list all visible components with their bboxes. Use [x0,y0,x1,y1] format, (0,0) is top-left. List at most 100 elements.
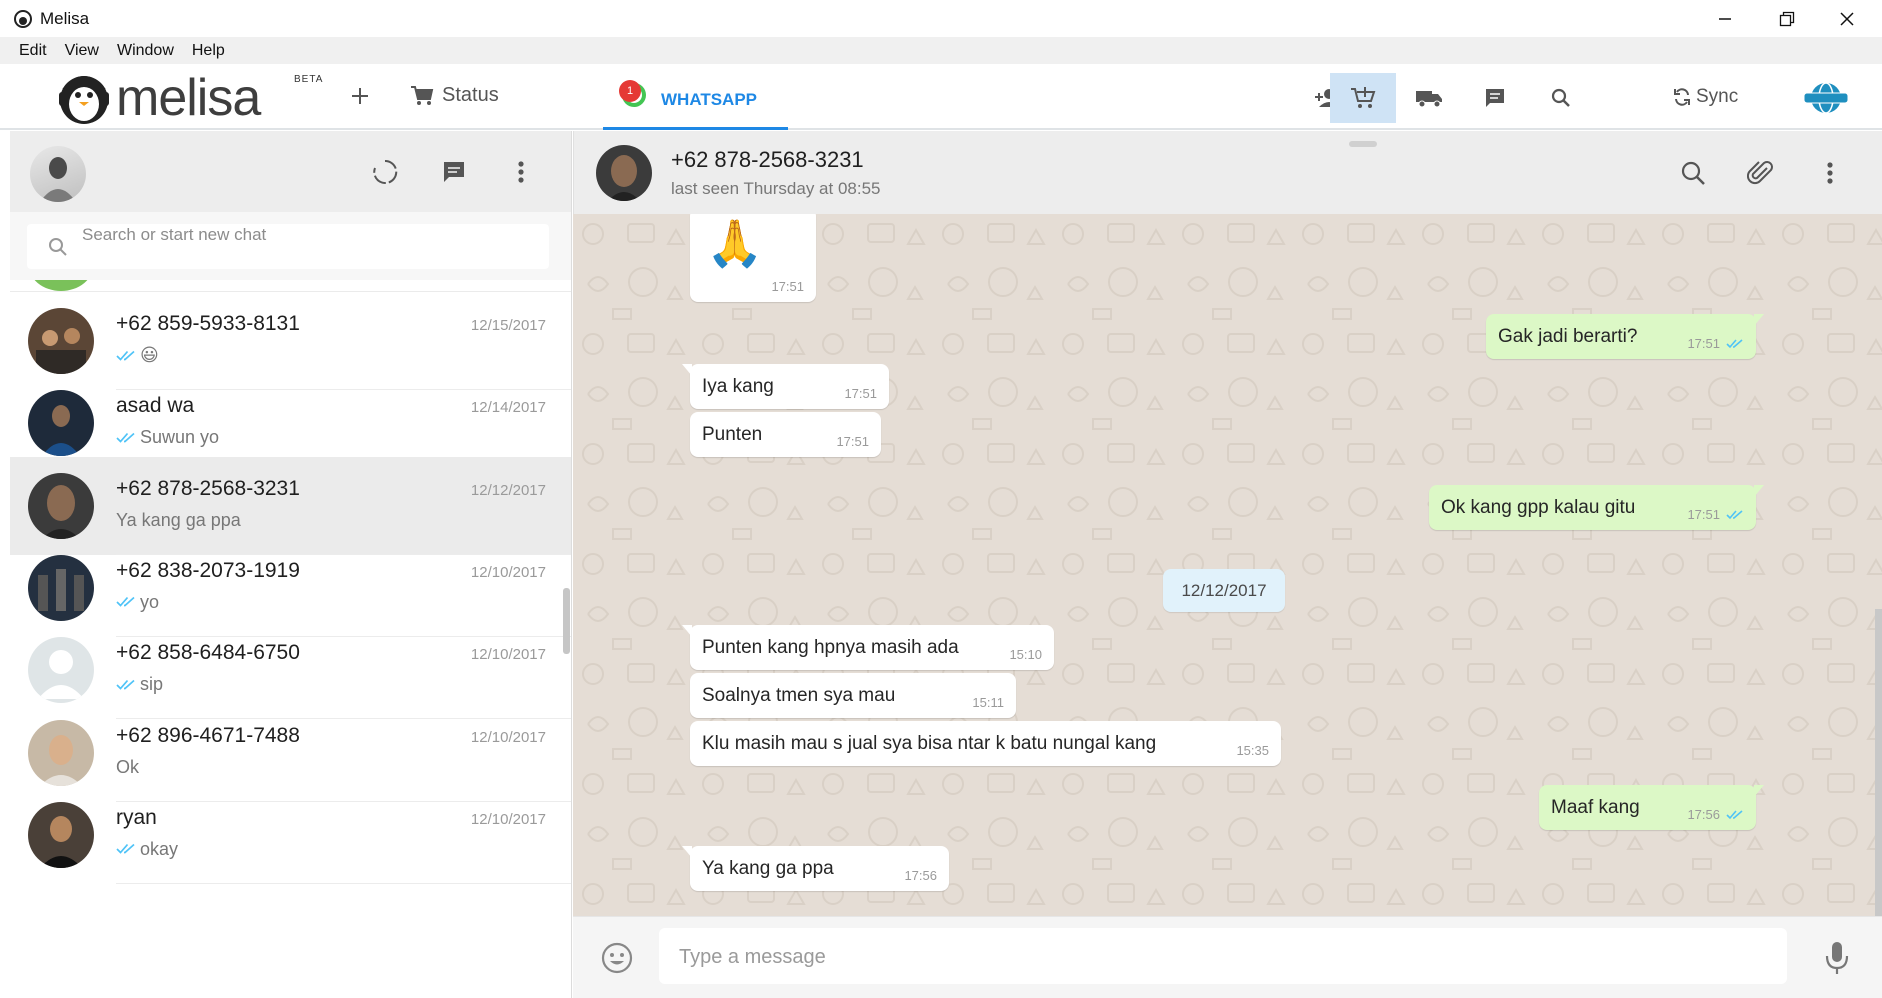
avatar [28,308,94,374]
message-bubble-in[interactable]: Klu masih mau s jual sya bisa ntar k bat… [690,721,1281,766]
chat-list-scrollbar[interactable] [563,588,570,654]
chat-preview-text: Ok [116,756,140,777]
truck-icon[interactable] [1396,73,1462,123]
chat-name: asad wa [116,394,195,418]
search-icon[interactable] [1528,73,1594,123]
message-bubble-in[interactable]: 🙏 17:51 [690,214,816,302]
new-chat-icon[interactable] [437,155,471,189]
chat-preview-text: 😃 [140,345,159,365]
drag-handle[interactable] [1349,141,1377,147]
chat-last-message: 😃 [116,345,159,366]
read-ticks-icon [116,350,136,362]
message-time: 15:10 [1009,647,1042,662]
chat-list-header [10,131,571,212]
read-ticks-icon [116,596,136,608]
chat-name: +62 858-6484-6750 [116,641,300,665]
status-loop-icon[interactable] [368,155,402,189]
menu-help[interactable]: Help [183,42,234,60]
tab-whatsapp[interactable]: 1 WHATSAPP [603,64,788,130]
message-time: 17:56 [904,868,937,883]
read-ticks-icon [1726,338,1744,349]
chat-date: 12/12/2017 [470,481,546,499]
message-text: Maaf kang [1551,797,1640,818]
message-icon[interactable] [1462,73,1528,123]
chat-list-item[interactable]: ryan 12/10/2017 okay [10,786,571,884]
divider [116,882,571,884]
message-bubble-out[interactable]: Ok kang gpp kalau gitu 17:51 [1429,485,1764,530]
cart-icon [411,85,434,105]
mic-icon[interactable] [1822,940,1852,976]
minimize-button[interactable] [1694,0,1756,37]
message-time: 15:11 [972,695,1004,710]
contact-last-seen: last seen Thursday at 08:55 [671,179,881,198]
chat-last-message: sip [116,674,163,695]
chat-list-pane: +62 859-5933-8131 12/15/2017 😃 asad wa 12/14… [10,131,572,998]
message-text: 🙏 [706,217,764,269]
message-scrollbar[interactable] [1875,609,1882,916]
status-button[interactable]: Status [410,84,499,107]
menu-view[interactable]: View [56,42,108,60]
message-bubble-out[interactable]: Gak jadi berarti? 17:51 [1486,314,1764,359]
chat-last-message: Ok [116,757,139,778]
top-toolbar: melisa BETA Status 1 WHATSAPP Sync [0,64,1882,130]
app-logo-icon [12,8,34,30]
message-time: 17:51 [1687,507,1744,522]
message-bubble-in[interactable]: Iya kang 17:51 [682,364,889,409]
partial-chat-row[interactable] [10,280,571,292]
chat-date: 12/15/2017 [470,317,546,334]
window-title: Melisa [40,8,90,28]
attach-icon[interactable] [1741,153,1781,193]
message-input[interactable] [679,941,1679,973]
status-label: Status [442,84,499,106]
logo-text: melisa [116,69,261,127]
chat-last-message: yo [116,592,159,613]
chat-preview-text: Ya kang ga ppa [116,509,241,530]
message-time: 17:51 [1687,336,1744,351]
search-input[interactable] [82,220,502,250]
cart-add-icon[interactable] [1330,73,1396,123]
message-bubble-in[interactable]: Ya kang ga ppa 17:56 [682,846,949,891]
conversation-header: +62 878-2568-3231 last seen Thursday at … [573,131,1882,214]
message-bubble-in[interactable]: Punten 17:51 [690,412,881,457]
message-time: 15:35 [1236,743,1269,758]
message-time: 17:51 [836,434,869,449]
sync-button[interactable]: Sync [1672,86,1738,108]
title-bar: Melisa [0,0,1882,37]
search-icon [49,238,67,256]
message-text: Ya kang ga ppa [702,858,834,879]
chat-preview-text: Suwun yo [140,427,220,448]
menu-dots-icon[interactable] [504,155,538,189]
read-ticks-icon [116,843,136,855]
plus-icon[interactable] [346,82,374,110]
search-icon[interactable] [1673,153,1713,193]
sync-label: Sync [1696,86,1739,107]
menu-edit[interactable]: Edit [10,42,56,60]
message-text: Ok kang gpp kalau gitu [1441,497,1636,518]
chat-name: +62 878-2568-3231 [116,476,300,500]
globe-badge-icon[interactable] [1803,82,1849,114]
my-avatar[interactable] [30,146,86,202]
penguin-logo-icon [59,76,109,124]
message-area[interactable]: 🙏 17:51 Gak jadi berarti? 17:51 Iya kang… [573,214,1882,916]
menu-window[interactable]: Window [108,42,183,60]
read-ticks-icon [116,432,136,444]
chat-date: 12/10/2017 [470,563,546,581]
message-text: Iya kang [702,376,774,397]
chat-date: 12/10/2017 [470,728,546,746]
chat-name: +62 896-4671-7488 [116,723,300,747]
menu-bar: Edit View Window Help [0,37,1882,64]
avatar [28,637,94,704]
message-bubble-out[interactable]: Maaf kang 17:56 [1539,785,1764,830]
close-button[interactable] [1816,0,1878,37]
emoji-icon[interactable] [599,940,635,976]
message-time: 17:56 [1687,807,1744,822]
message-bubble-in[interactable]: Punten kang hpnya masih ada 15:10 [682,625,1054,670]
beta-label: BETA [294,74,324,85]
contact-name: +62 878-2568-3231 [671,147,864,172]
contact-avatar[interactable] [596,145,652,201]
menu-dots-icon[interactable] [1810,153,1850,193]
message-bubble-in[interactable]: Soalnya tmen sya mau 15:11 [690,673,1016,718]
avatar [28,472,94,539]
restore-button[interactable] [1756,0,1818,37]
chat-name: +62 838-2073-1919 [116,558,300,582]
